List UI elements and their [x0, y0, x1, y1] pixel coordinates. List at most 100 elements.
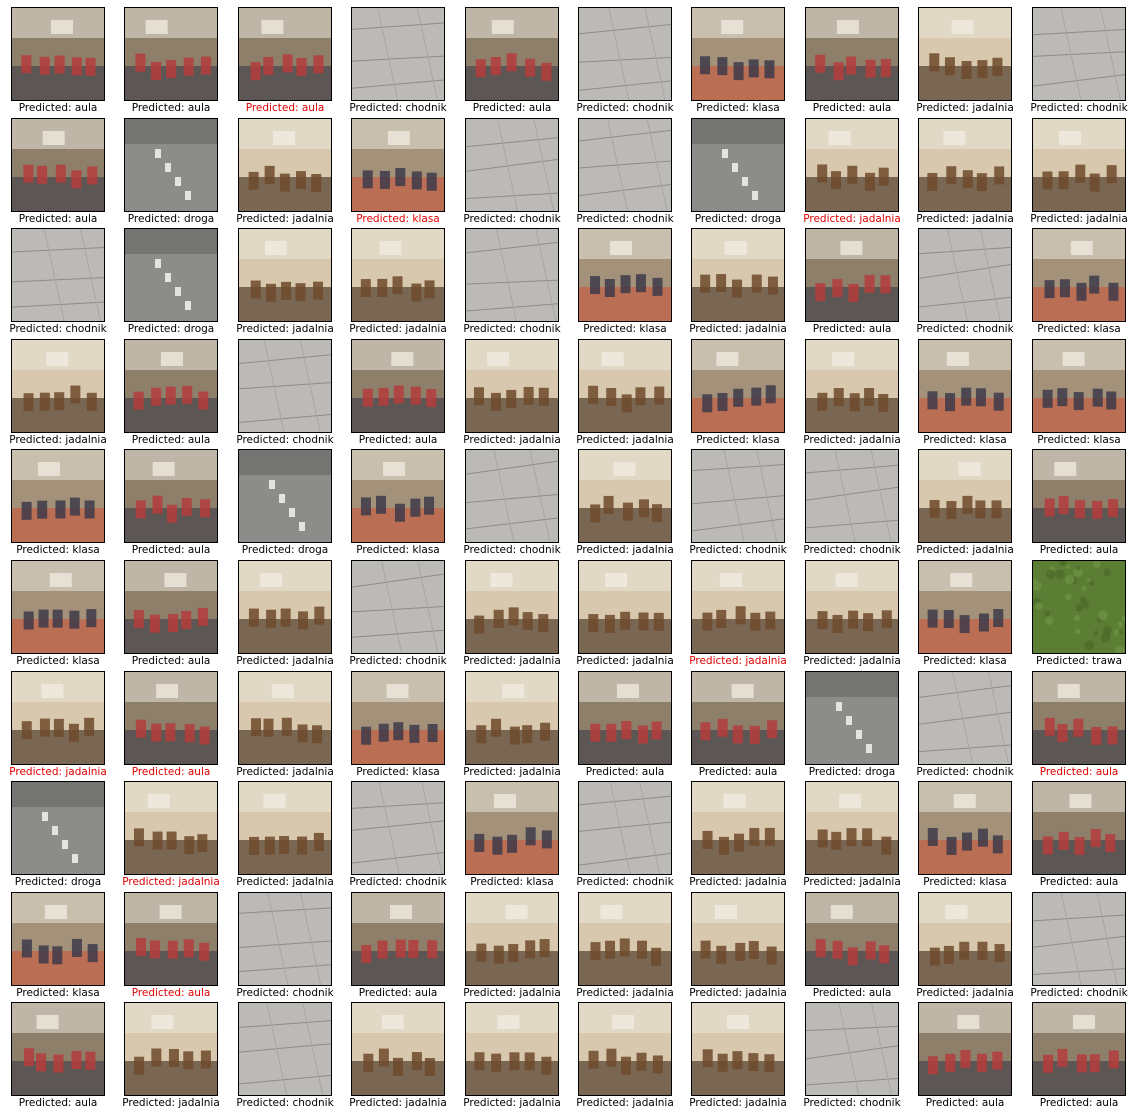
scene-image-icon — [692, 782, 784, 874]
scene-image-icon — [125, 119, 217, 211]
caption-label: aula — [187, 655, 211, 667]
scene-thumbnail — [124, 1002, 218, 1096]
scene-image-icon — [806, 450, 898, 542]
scene-thumbnail — [351, 671, 445, 765]
prediction-tile: Predicted: jadalnia — [9, 671, 107, 779]
scene-image-icon — [352, 893, 444, 985]
prediction-tile: Predicted: jadalnia — [463, 560, 561, 668]
caption-label: aula — [528, 102, 552, 114]
caption-prefix: Predicted: — [16, 655, 73, 667]
caption-prefix: Predicted: — [122, 1097, 179, 1109]
scene-thumbnail — [918, 781, 1012, 875]
scene-image-icon — [239, 229, 331, 321]
scene-thumbnail — [578, 339, 672, 433]
scene-thumbnail — [1032, 892, 1126, 986]
scene-image-icon — [352, 672, 444, 764]
prediction-tile: Predicted: klasa — [691, 7, 785, 115]
scene-thumbnail — [691, 7, 785, 101]
caption-label: droga — [183, 213, 215, 225]
caption-label: aula — [74, 213, 98, 225]
caption-label: aula — [301, 102, 325, 114]
scene-image-icon — [12, 450, 104, 542]
scene-thumbnail — [238, 781, 332, 875]
prediction-tile: Predicted: chodnik — [1030, 892, 1128, 1000]
caption-label: trawa — [1092, 655, 1123, 667]
prediction-tile: Predicted: chodnik — [349, 781, 447, 889]
scene-image-icon — [692, 450, 784, 542]
scene-image-icon — [692, 893, 784, 985]
scene-thumbnail — [238, 560, 332, 654]
caption-prefix: Predicted: — [694, 213, 751, 225]
caption-prefix: Predicted: — [1030, 102, 1087, 114]
caption-prefix: Predicted: — [236, 323, 293, 335]
scene-thumbnail — [11, 671, 105, 765]
prediction-tile: Predicted: aula — [124, 7, 218, 115]
caption-label: klasa — [1093, 434, 1121, 446]
caption-label: aula — [1095, 544, 1119, 556]
caption-prefix: Predicted: — [916, 323, 973, 335]
scene-image-icon — [466, 229, 558, 321]
prediction-tile: Predicted: jadalnia — [576, 339, 674, 447]
caption-label: klasa — [72, 544, 100, 556]
caption-prefix: Predicted: — [576, 876, 633, 888]
caption-prefix: Predicted: — [349, 102, 406, 114]
caption-prefix: Predicted: — [131, 544, 188, 556]
caption-label: aula — [187, 434, 211, 446]
prediction-grid: Predicted: aula Predicted: aula Predicted:… — [0, 0, 1131, 1115]
prediction-tile: Predicted: klasa — [11, 560, 105, 668]
scene-thumbnail — [351, 892, 445, 986]
scene-thumbnail — [691, 118, 785, 212]
caption-prefix: Predicted: — [583, 323, 640, 335]
prediction-tile: Predicted: jadalnia — [916, 7, 1014, 115]
caption-prefix: Predicted: — [16, 544, 73, 556]
prediction-tile: Predicted: klasa — [578, 228, 672, 336]
scene-image-icon — [239, 1003, 331, 1095]
scene-image-icon — [692, 229, 784, 321]
scene-thumbnail — [918, 118, 1012, 212]
caption-prefix: Predicted: — [9, 434, 66, 446]
caption-prefix: Predicted: — [689, 544, 746, 556]
prediction-tile: Predicted: aula — [805, 7, 899, 115]
caption-prefix: Predicted: — [812, 323, 869, 335]
scene-image-icon — [352, 450, 444, 542]
scene-thumbnail — [1032, 671, 1126, 765]
scene-thumbnail — [578, 560, 672, 654]
scene-image-icon — [466, 340, 558, 432]
caption-label: droga — [750, 213, 782, 225]
scene-thumbnail — [351, 560, 445, 654]
prediction-tile: Predicted: jadalnia — [349, 1002, 447, 1110]
caption-label: aula — [414, 987, 438, 999]
scene-thumbnail — [11, 339, 105, 433]
scene-thumbnail — [238, 671, 332, 765]
caption-prefix: Predicted: — [349, 876, 406, 888]
prediction-tile: Predicted: klasa — [351, 118, 445, 226]
scene-thumbnail — [805, 339, 899, 433]
scene-thumbnail — [805, 1002, 899, 1096]
prediction-tile: Predicted: aula — [351, 892, 445, 1000]
scene-image-icon — [239, 672, 331, 764]
caption-prefix: Predicted: — [18, 1097, 75, 1109]
scene-image-icon — [125, 782, 217, 874]
scene-image-icon — [579, 119, 671, 211]
scene-image-icon — [352, 8, 444, 100]
prediction-tile: Predicted: chodnik — [576, 781, 674, 889]
prediction-tile: Predicted: aula — [11, 118, 105, 226]
scene-image-icon — [1033, 561, 1125, 653]
prediction-tile: Predicted: klasa — [918, 560, 1012, 668]
scene-thumbnail — [691, 781, 785, 875]
scene-image-icon — [352, 782, 444, 874]
prediction-tile: Predicted: aula — [238, 7, 332, 115]
scene-image-icon — [1033, 8, 1125, 100]
caption-prefix: Predicted: — [803, 655, 860, 667]
caption-prefix: Predicted: — [803, 1097, 860, 1109]
scene-thumbnail — [351, 339, 445, 433]
caption-label: aula — [641, 766, 665, 778]
prediction-tile: Predicted: klasa — [691, 339, 785, 447]
scene-thumbnail — [465, 560, 559, 654]
prediction-tile: Predicted: chodnik — [349, 7, 447, 115]
caption-prefix: Predicted: — [463, 987, 520, 999]
prediction-tile: Predicted: chodnik — [916, 671, 1014, 779]
caption-prefix: Predicted: — [131, 766, 188, 778]
scene-thumbnail — [691, 671, 785, 765]
prediction-caption: Predicted: jadalnia — [1007, 213, 1131, 225]
